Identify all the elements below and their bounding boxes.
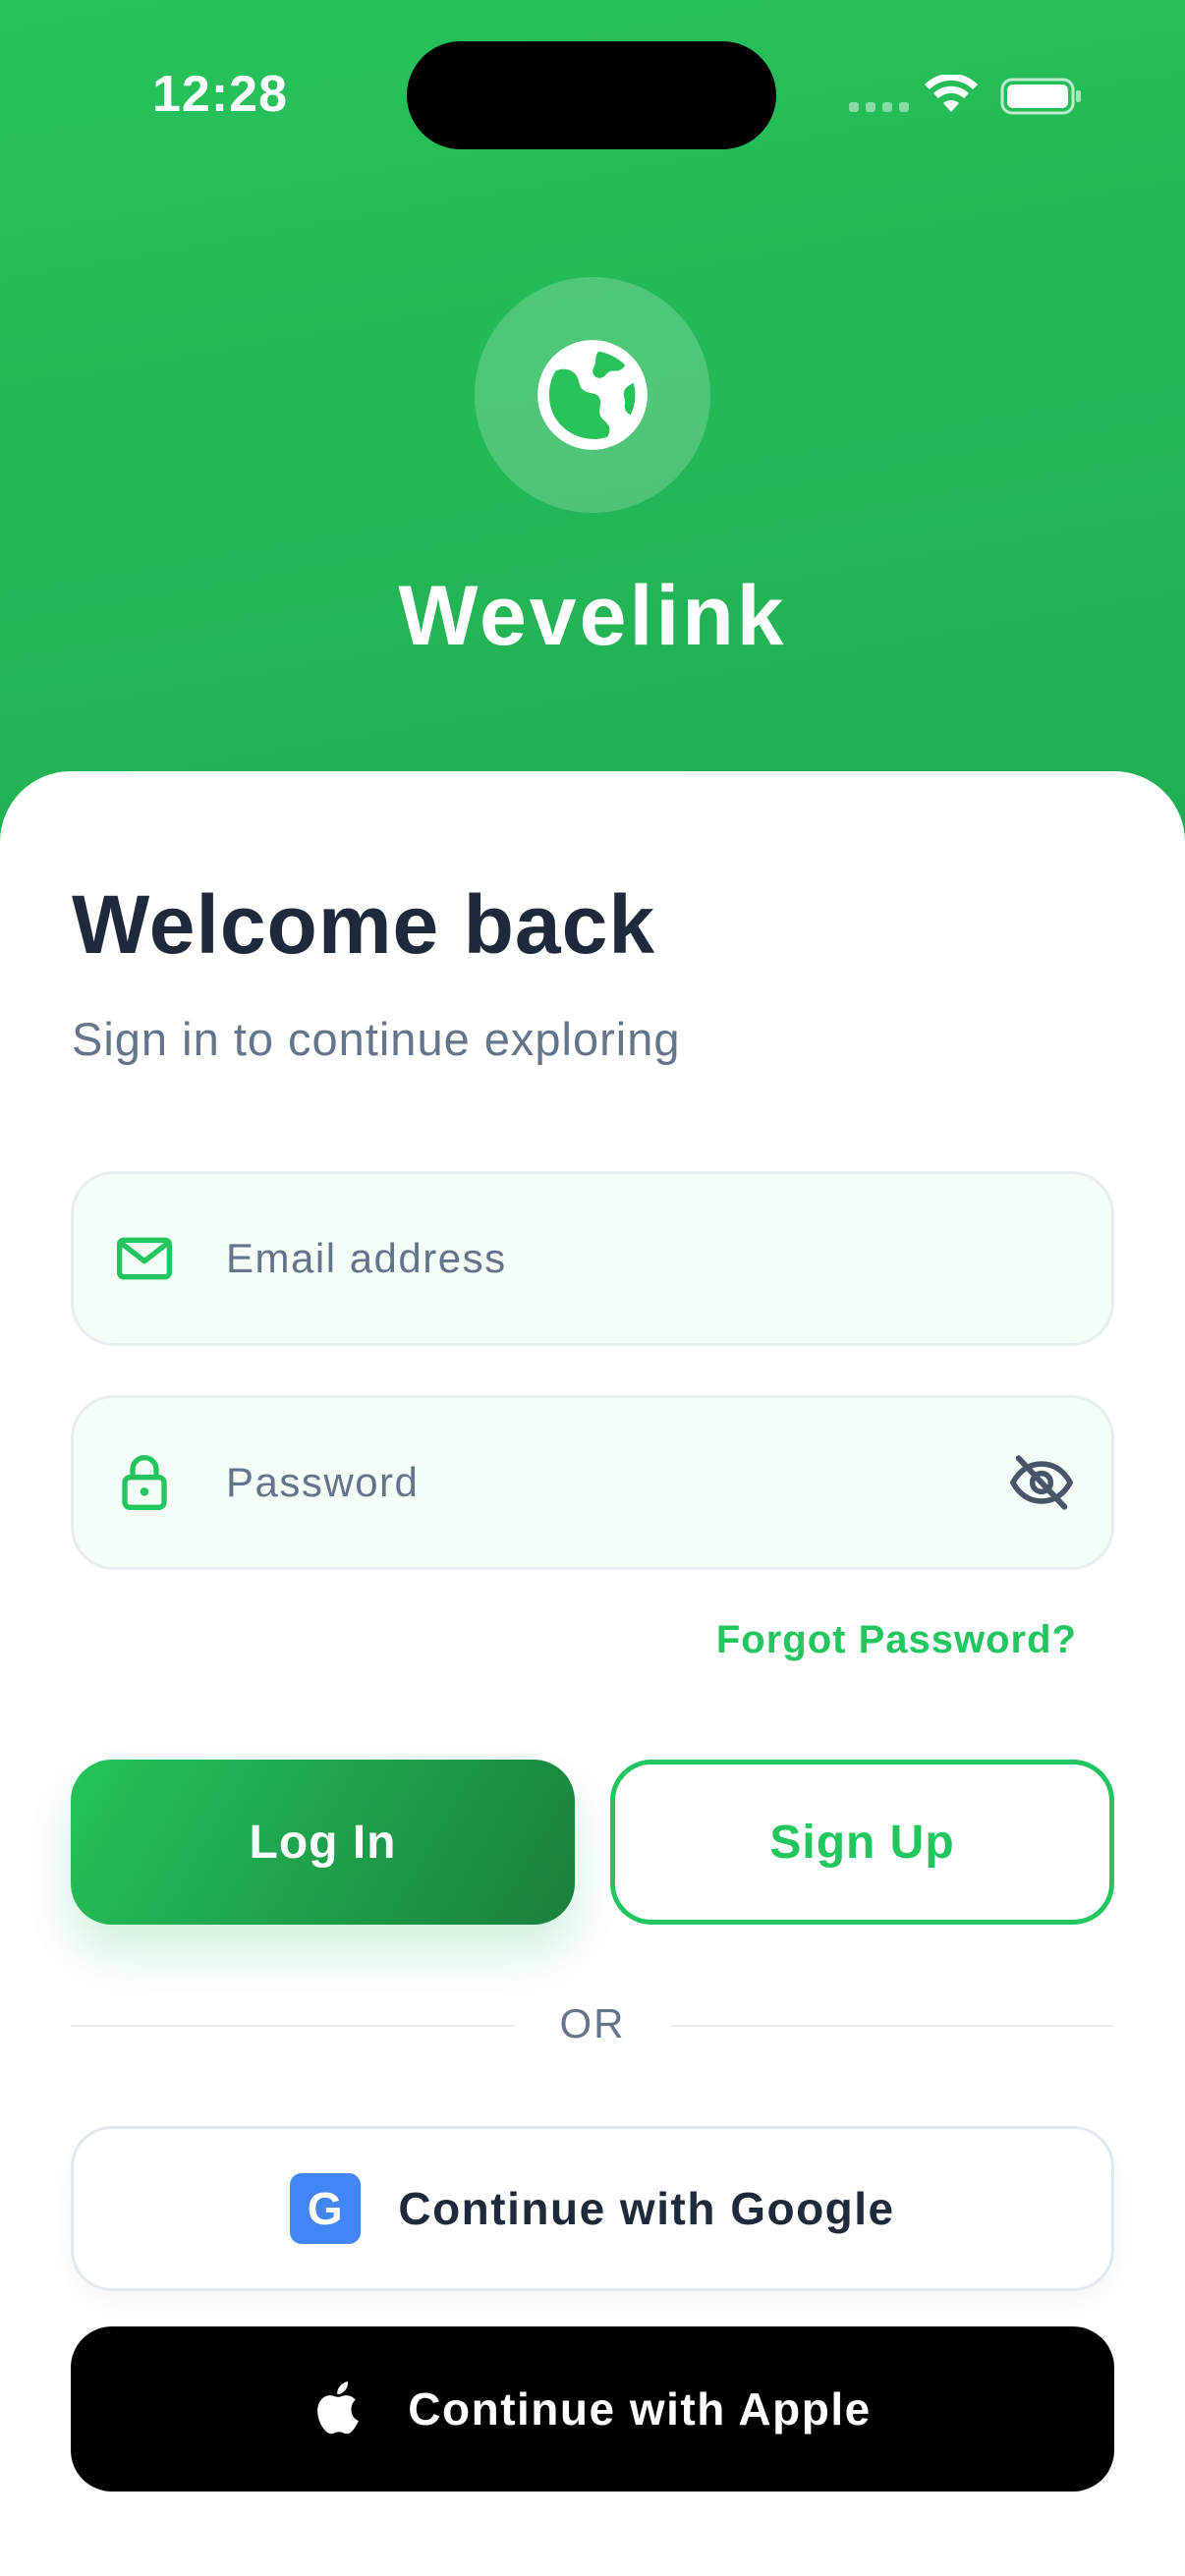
apple-signin-label: Continue with Apple xyxy=(408,2383,872,2435)
lock-icon xyxy=(122,1455,167,1510)
password-input[interactable] xyxy=(226,1398,1012,1567)
login-button[interactable]: Log In xyxy=(71,1760,575,1925)
brand-name: Wevelink xyxy=(398,569,787,663)
signal-icon xyxy=(849,102,909,112)
apple-signin-button[interactable]: Continue with Apple xyxy=(71,2326,1114,2492)
divider-line-left xyxy=(71,2025,515,2027)
logo-badge xyxy=(475,277,710,513)
google-signin-label: Continue with Google xyxy=(398,2183,895,2234)
apple-icon xyxy=(317,2381,360,2435)
status-time: 12:28 xyxy=(152,66,288,123)
forgot-password-link[interactable]: Forgot Password? xyxy=(716,1618,1077,1662)
wifi-icon xyxy=(925,75,978,112)
google-icon: G xyxy=(290,2173,362,2244)
eye-off-icon[interactable] xyxy=(1007,1448,1076,1517)
password-field[interactable] xyxy=(71,1395,1114,1570)
divider-line-right xyxy=(670,2025,1114,2027)
email-input[interactable] xyxy=(226,1174,1012,1343)
globe-icon xyxy=(537,340,648,450)
page-subtitle: Sign in to continue exploring xyxy=(72,1013,681,1065)
dynamic-island xyxy=(407,41,776,149)
divider-label: OR xyxy=(559,2000,626,2046)
page-title: Welcome back xyxy=(72,878,656,971)
email-field[interactable] xyxy=(71,1171,1114,1346)
google-signin-button[interactable]: G Continue with Google xyxy=(71,2126,1114,2291)
battery-icon xyxy=(1000,78,1081,115)
login-screen: 12:28 Wevelink Welcome back Sign in to c… xyxy=(0,0,1185,2576)
signup-button[interactable]: Sign Up xyxy=(610,1760,1114,1925)
mail-icon xyxy=(117,1237,172,1280)
